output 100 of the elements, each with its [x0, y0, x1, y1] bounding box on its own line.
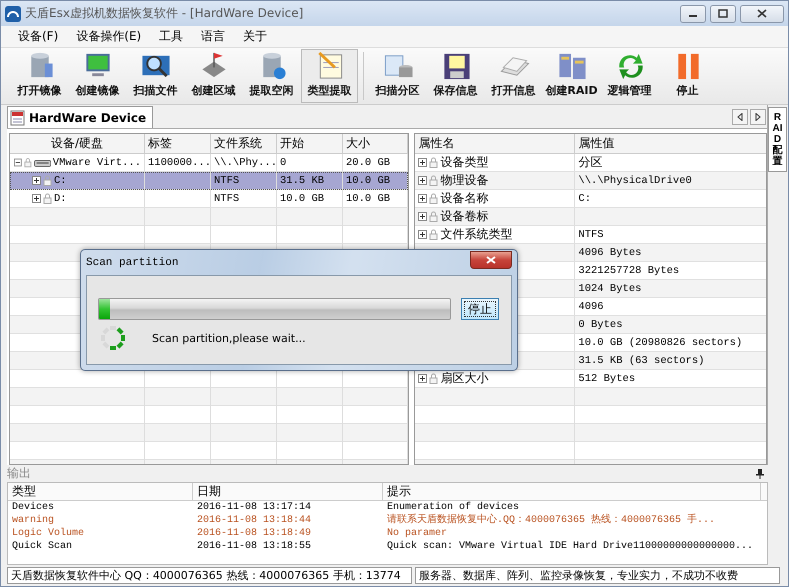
- toolbar-button[interactable]: 创建RAID: [543, 49, 600, 103]
- expand-icon[interactable]: [32, 176, 41, 185]
- lock-icon: [43, 193, 52, 204]
- expand-icon[interactable]: [418, 176, 428, 185]
- close-button[interactable]: [740, 4, 784, 22]
- property-value: 4096 Bytes: [578, 246, 642, 258]
- lock-icon: [429, 229, 438, 240]
- property-value: 31.5 KB (63 sectors): [578, 354, 704, 366]
- stop-button[interactable]: 停止: [461, 298, 499, 320]
- table-cell: NTFS: [214, 192, 240, 204]
- toolbar-button[interactable]: 打开镜像: [11, 49, 68, 103]
- lock-icon: [429, 211, 438, 222]
- column-header[interactable]: 日期: [193, 483, 383, 500]
- log-type: Quick Scan: [11, 540, 74, 553]
- log-type: warning: [11, 514, 56, 527]
- expand-icon[interactable]: [418, 212, 428, 221]
- property-value: 512 Bytes: [578, 372, 636, 384]
- drive-icon: [34, 158, 51, 168]
- maximize-button[interactable]: [710, 4, 736, 22]
- expand-icon[interactable]: [418, 230, 428, 239]
- property-value: 0 Bytes: [578, 318, 623, 330]
- toolbar-button[interactable]: 保存信息: [427, 49, 484, 103]
- expand-icon[interactable]: [418, 194, 428, 203]
- dialog-title: Scan partition: [86, 256, 178, 268]
- scroll-left-button[interactable]: [732, 109, 748, 125]
- column-header[interactable]: 文件系统: [211, 134, 277, 153]
- toolbar-button[interactable]: 提取空闲: [243, 49, 300, 103]
- dialog-message: Scan partition,please wait...: [152, 332, 306, 344]
- column-header[interactable]: 属性名: [415, 134, 576, 153]
- minimize-button[interactable]: [680, 4, 706, 22]
- table-cell: 0: [280, 156, 286, 168]
- toolbar-button[interactable]: 打开信息: [485, 49, 542, 103]
- menu-item[interactable]: 设备操作(E): [69, 26, 148, 47]
- menu-item[interactable]: 语言: [194, 26, 232, 47]
- property-name: 设备类型: [440, 154, 488, 171]
- property-value: \\.\PhysicalDrive0: [578, 174, 692, 186]
- lock-icon: [429, 373, 438, 384]
- maximize-icon: [718, 9, 728, 18]
- spinner-icon: [98, 323, 128, 353]
- property-value: 1024 Bytes: [578, 282, 642, 294]
- dialog-close-button[interactable]: [470, 250, 512, 268]
- side-tab[interactable]: RAID配置: [768, 107, 787, 172]
- toolbar-button[interactable]: 扫描分区: [369, 49, 426, 103]
- column-header[interactable]: 设备/硬盘: [10, 134, 145, 153]
- window-title: 天盾Esx虚拟机数据恢复软件 - [HardWare Device]: [25, 5, 304, 22]
- lock-icon: [429, 157, 438, 168]
- expand-icon[interactable]: [32, 194, 41, 203]
- table-cell: 10.0 GB: [280, 192, 324, 204]
- column-header[interactable]: 开始: [277, 134, 343, 153]
- table-cell: NTFS: [214, 174, 240, 186]
- toolbar-button[interactable]: 扫描文件: [127, 49, 184, 103]
- status-text: 服务器、数据库、阵列、监控录像恢复，专业实力，不成功不收费: [415, 567, 780, 584]
- table-cell: 10.0 GB: [346, 174, 390, 186]
- property-value: C:: [578, 192, 592, 204]
- status-text: 天盾数据恢复软件中心 QQ：4000076365 热线：4000076365 手机：13774: [7, 567, 412, 584]
- toolbar-button[interactable]: 创建镜像: [69, 49, 126, 103]
- column-header[interactable]: 提示: [383, 483, 761, 500]
- document-icon: [10, 110, 26, 126]
- log-type: Devices: [11, 501, 56, 514]
- expand-icon[interactable]: [418, 374, 428, 383]
- property-value: 4096: [578, 300, 604, 312]
- log-message: Quick scan: VMware Virtual IDE Hard Drive11000000000000000...: [386, 540, 754, 553]
- toolbar-button[interactable]: 停止: [659, 49, 716, 103]
- log-message: 请联系天盾数据恢复中心.QQ：4000076365 热线：4000076365 手...: [386, 514, 716, 527]
- column-header[interactable]: 大小: [343, 134, 408, 153]
- tab[interactable]: HardWare Device: [7, 106, 154, 128]
- property-name: 设备名称: [440, 190, 488, 207]
- log-date: 2016-11-08 13:18:55: [196, 540, 312, 553]
- property-value: 3221257728 Bytes: [578, 264, 680, 276]
- log-type: Logic Volume: [11, 527, 86, 540]
- table-cell: 10.0 GB: [346, 192, 390, 204]
- log-message: Enumeration of devices: [386, 501, 520, 514]
- scroll-right-button[interactable]: [750, 109, 766, 125]
- log-message: No paramer: [386, 527, 448, 540]
- device-name[interactable]: D:: [54, 192, 67, 204]
- property-value: NTFS: [578, 228, 604, 240]
- toolbar-button[interactable]: 逻辑管理: [601, 49, 658, 103]
- column-header[interactable]: 标签: [145, 134, 211, 153]
- app-icon: [5, 6, 21, 22]
- menu-item[interactable]: 关于: [236, 26, 274, 47]
- property-value: 分区: [578, 154, 602, 171]
- property-name: 物理设备: [440, 172, 488, 189]
- collapse-icon[interactable]: [14, 158, 22, 167]
- column-header[interactable]: 类型: [8, 483, 193, 500]
- table-cell: 1100000...: [148, 156, 210, 168]
- menu-item[interactable]: 工具: [152, 26, 190, 47]
- menu-item[interactable]: 设备(F): [11, 26, 66, 47]
- toolbar-button[interactable]: 创建区域: [185, 49, 242, 103]
- device-name[interactable]: C:: [54, 174, 67, 186]
- device-name[interactable]: VMware Virt...: [52, 156, 141, 168]
- lock-icon: [43, 175, 52, 186]
- expand-icon[interactable]: [418, 158, 428, 167]
- log-date: 2016-11-08 13:17:14: [196, 501, 312, 514]
- table-cell: \\.\Phy...: [214, 156, 276, 168]
- toolbar-button[interactable]: 类型提取: [301, 49, 358, 103]
- panel-title: 输出: [7, 465, 31, 482]
- left-arrow-icon: [737, 113, 743, 121]
- property-name: 扇区大小: [440, 370, 488, 387]
- right-arrow-icon: [755, 113, 761, 121]
- table-cell: 31.5 KB: [280, 174, 324, 186]
